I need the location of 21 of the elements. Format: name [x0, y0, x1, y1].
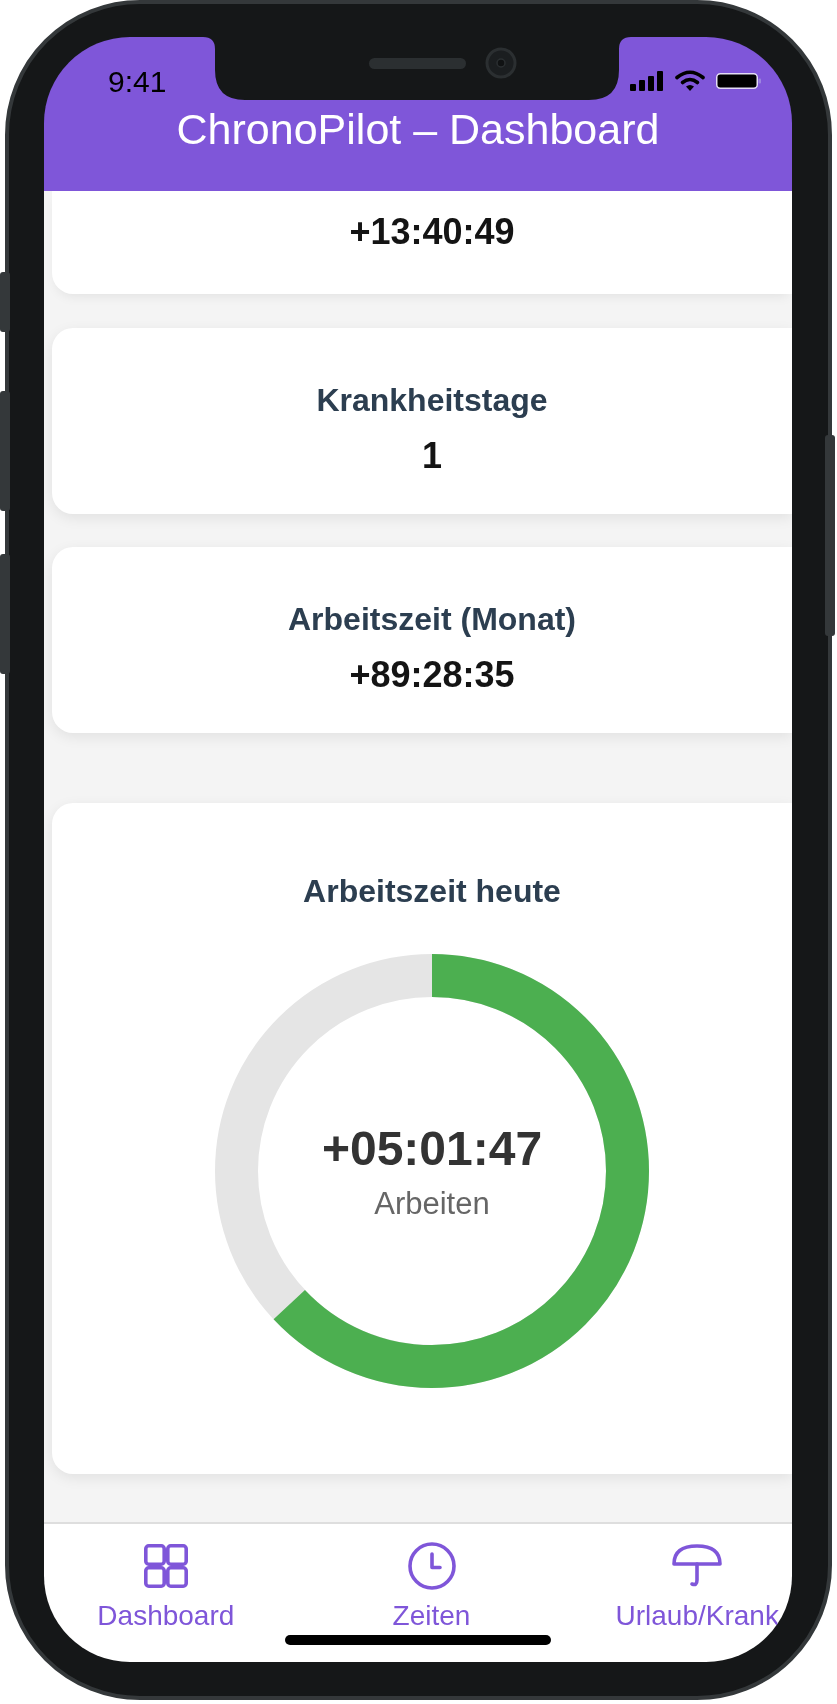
speaker-icon — [369, 58, 466, 69]
status-time: 9:41 — [108, 67, 167, 97]
app-title: ChronoPilot – Dashboard — [176, 104, 660, 155]
wifi-icon — [675, 70, 705, 91]
clock-icon — [407, 1542, 456, 1590]
ring-value: +05:01:47 — [321, 1121, 543, 1177]
battery-icon — [716, 72, 761, 89]
nav-tab[interactable]: Urlaub/Krank — [615, 1542, 779, 1631]
stat-label: Arbeitszeit (Monat) — [288, 600, 576, 638]
grid-icon — [143, 1544, 188, 1588]
signal-icon — [630, 70, 664, 91]
nav-tab[interactable]: Zeiten — [392, 1542, 471, 1631]
stat-label: Krankheitstage — [316, 381, 548, 419]
stat-value: +13:40:49 — [349, 210, 515, 253]
nav-tab[interactable]: Dashboard — [97, 1542, 235, 1631]
camera-icon — [485, 47, 517, 79]
ring-caption: Arbeiten — [374, 1185, 490, 1222]
stat-value: +89:28:35 — [349, 653, 515, 696]
umbrella-icon — [672, 1544, 723, 1588]
card-title: Arbeitszeit heute — [303, 872, 561, 910]
stat-value: 1 — [422, 434, 442, 477]
